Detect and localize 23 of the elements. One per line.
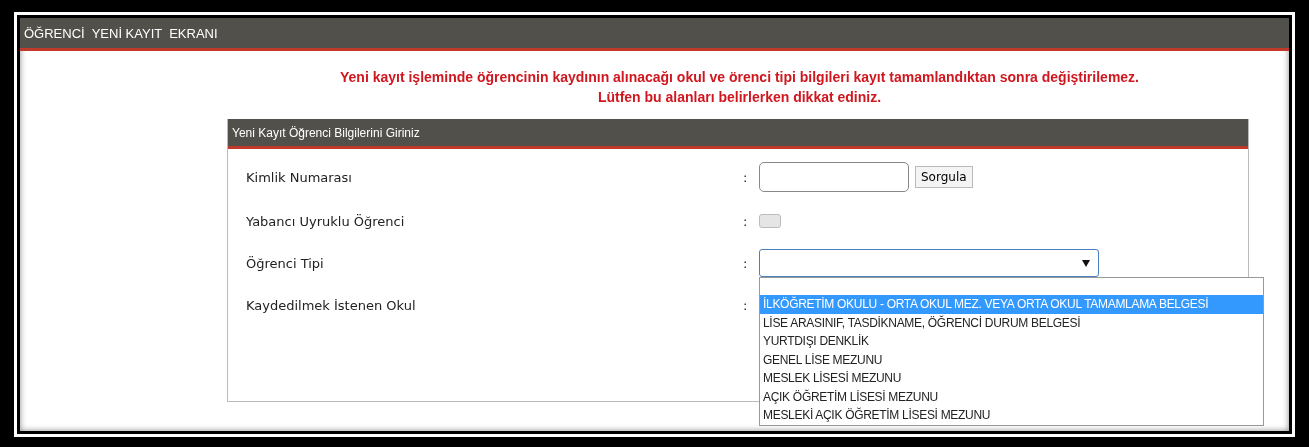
field-label: Öğrenci Tipi [246,255,325,271]
query-button[interactable]: Sorgula [915,166,973,188]
field-label: Yabancı Uyruklu Öğrenci [246,213,406,229]
checkbox[interactable] [759,214,781,228]
colon: : [743,255,749,271]
field-label: Kaydedilmek İstenen Okul [246,297,417,313]
dropdown-option[interactable]: YURTDIŞI DENKLİK [760,332,1263,351]
caret-icon [1082,259,1090,267]
warning-text: Lütfen bu alanları belirlerken dikkat ediniz. [597,88,882,107]
colon: : [743,213,749,229]
dropdown-option[interactable]: LİSE ARASINIF, TASDİKNAME, ÖĞRENCİ DURUM BELGESİ [760,313,1263,332]
warning-text: Yeni kayıt işleminde öğrencinin kaydının alınacağı okul ve örenci tipi bilgileri kayıt tamamlandıktan sonra değiştirilemez. [340,68,1139,87]
field-label: Kimlik Numarası [246,169,353,185]
colon: : [743,169,749,185]
dropdown-option[interactable]: MESLEK LİSESİ MEZUNU [760,369,1263,388]
panel-title: Yeni Kayıt Öğrenci Bilgilerini Giriniz [228,119,1248,149]
window-title: ÖĞRENCİ YENİ KAYIT EKRANI [20,18,1289,51]
dropdown-option[interactable]: AÇIK ÖĞRETİM LİSESİ MEZUNU [760,387,1263,406]
id-number-field[interactable] [759,162,909,192]
dropdown-option[interactable]: MESLEKİ AÇIK ÖĞRETİM LİSESİ MEZUNU [760,406,1263,425]
dropdown-option[interactable]: GENEL LİSE MEZUNU [760,350,1263,369]
colon: : [743,297,749,313]
student-type-dropdown[interactable] [759,249,1099,277]
